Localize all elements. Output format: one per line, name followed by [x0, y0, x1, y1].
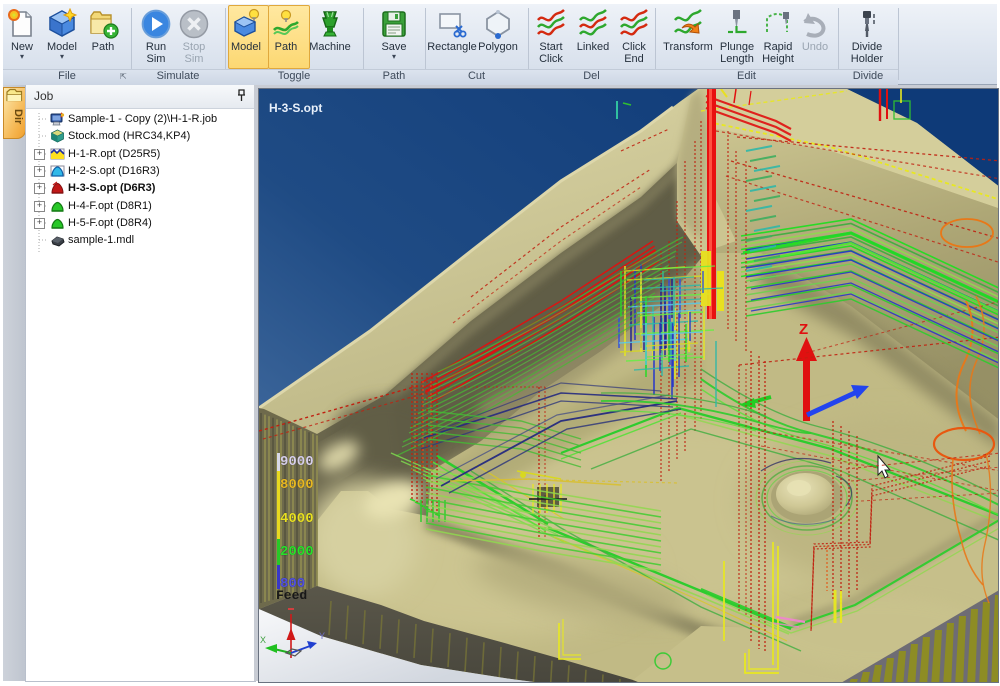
svg-text:Feed: Feed — [276, 588, 307, 603]
svg-text:H-3-S.opt: H-3-S.opt — [269, 101, 322, 115]
svg-text:8000: 8000 — [280, 477, 314, 493]
svg-text:9000: 9000 — [280, 454, 314, 470]
svg-text:4000: 4000 — [280, 511, 314, 527]
svg-text:X: X — [260, 635, 266, 645]
svg-text:2000: 2000 — [280, 544, 314, 560]
svg-text:Y: Y — [319, 631, 325, 641]
svg-text:Z: Z — [799, 321, 808, 338]
svg-text:Dir: Dir — [12, 109, 24, 125]
